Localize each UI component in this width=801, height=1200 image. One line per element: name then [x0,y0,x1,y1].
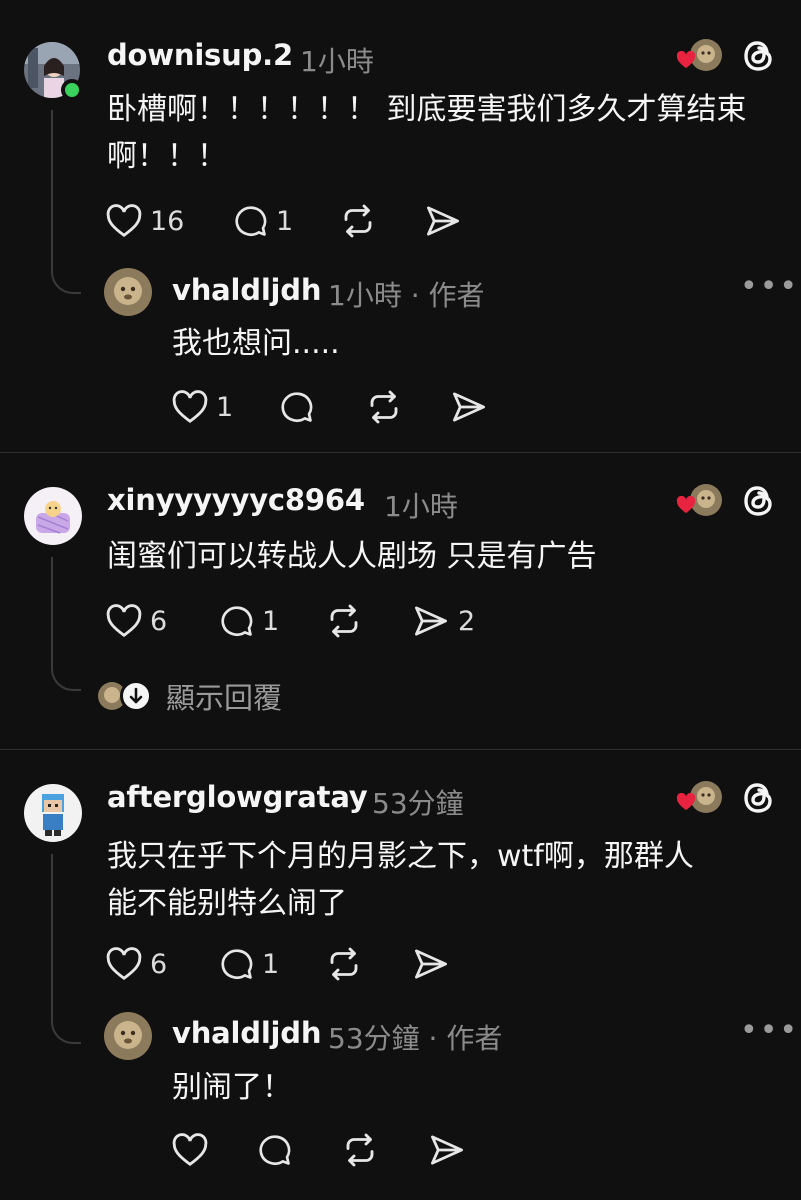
reply-meta: 53分鐘 · 作者 [328,1022,503,1055]
comment-bubble-icon [259,1135,291,1165]
reply-count: 1 [262,948,280,980]
share-button[interactable]: 2 [412,599,475,643]
threads-logo-icon[interactable] [742,483,776,519]
like-button[interactable]: 16 [106,199,184,243]
comment-corner-actions [676,38,776,74]
comment-timestamp: 1小時 [384,490,458,523]
thread-connector-line [51,110,53,270]
like-count: 16 [150,205,185,237]
comment-text: 卧槽啊！！！！！！ 到底要害我们多久才算结束 啊！！！ [107,92,747,174]
repost-button[interactable] [326,599,362,643]
send-paper-plane-icon [414,606,448,636]
heart-filled-icon [676,496,696,514]
avatar-xinyyyyyyc8964[interactable] [24,487,82,545]
repost-button[interactable] [340,199,376,243]
comment-corner-actions [676,780,776,816]
author-liked-indicator [676,39,722,73]
share-button[interactable] [412,942,450,986]
reply-username[interactable]: vhaldljdh [172,273,322,307]
comment-username[interactable]: afterglowgratay [107,780,368,814]
like-count: 6 [150,605,168,637]
reply-share-button[interactable] [428,1128,466,1172]
repost-arrows-icon [370,390,398,424]
comment-timestamp: 1小時 [300,45,374,78]
reply-share-button[interactable] [450,385,488,429]
reply-button[interactable]: 1 [234,199,293,243]
comment-text: 闺蜜们可以转战人人剧场 只是有广告 [107,539,597,574]
heart-filled-icon [676,793,696,811]
reply-count: 1 [276,205,294,237]
thread-connector-line [51,557,53,667]
avatar-vhaldljdh[interactable] [104,268,152,316]
comment-username[interactable]: downisup.2 [107,38,293,72]
comment-thread-3: afterglowgratay 53分鐘 我只在乎下个月的月影之下，wtf啊，那… [0,750,801,1200]
send-paper-plane-icon [414,949,448,979]
reply-repost-button[interactable] [342,1128,378,1172]
share-count: 2 [458,605,476,637]
heart-filled-icon [676,51,696,69]
heart-outline-icon [172,390,208,424]
thread-connector-hook [51,268,81,294]
reply-avatar-stack [98,680,152,712]
reply-like-button[interactable]: 1 [172,385,233,429]
arrow-down-icon [120,680,152,712]
avatar-afterglowgratay[interactable] [24,784,82,842]
comment-bubble-icon [235,206,267,236]
share-button[interactable] [424,199,462,243]
thread-connector-hook [51,665,81,691]
author-liked-indicator [676,484,722,518]
author-liked-indicator [676,781,722,815]
reply-text: 别闹了！ [172,1070,292,1105]
repost-arrows-icon [330,604,358,638]
like-button[interactable]: 6 [106,942,167,986]
comment-thread-2: xinyyyyyyc8964 1小時 闺蜜们可以转战人人剧场 只是有广告 6 1… [0,453,801,749]
repost-arrows-icon [346,1133,374,1167]
reply-reply-button[interactable] [280,385,314,429]
show-replies-label: 顯示回覆 [166,681,283,715]
send-paper-plane-icon [426,206,460,236]
heart-outline-icon [106,204,142,238]
reply-text: 我也想问..... [172,326,340,361]
reply-username[interactable]: vhaldljdh [172,1016,322,1050]
comment-thread-1: downisup.2 1小時 卧槽啊！！！！！！ 到底要害我们多久才算结束 啊！… [0,0,801,452]
more-options-icon[interactable]: ••• [740,272,799,302]
reply-reply-button[interactable] [258,1128,292,1172]
thread-connector-hook [51,1018,81,1044]
thread-connector-line [51,854,53,1020]
comment-bubble-icon [221,606,253,636]
comment-timestamp: 53分鐘 [372,787,464,820]
threads-logo-icon[interactable] [742,780,776,816]
reply-button[interactable]: 1 [220,942,279,986]
comment-username[interactable]: xinyyyyyyc8964 [107,483,365,517]
avatar-vhaldljdh[interactable] [104,1012,152,1060]
threads-logo-icon[interactable] [742,38,776,74]
reply-count: 1 [262,605,280,637]
send-paper-plane-icon [452,392,486,422]
comment-corner-actions [676,483,776,519]
reply-like-button[interactable] [172,1128,208,1172]
repost-button[interactable] [326,942,362,986]
comment-text: 我只在乎下个月的月影之下，wtf啊，那群人 能不能别特么闹了 [107,839,694,921]
like-count: 1 [216,391,234,423]
reply-repost-button[interactable] [366,385,402,429]
heart-outline-icon [106,947,142,981]
reply-button[interactable]: 1 [220,599,279,643]
heart-outline-icon [172,1133,208,1167]
comment-bubble-icon [221,949,253,979]
send-paper-plane-icon [430,1135,464,1165]
like-count: 6 [150,948,168,980]
repost-arrows-icon [330,947,358,981]
like-button[interactable]: 6 [106,599,167,643]
heart-outline-icon [106,604,142,638]
more-options-icon[interactable]: ••• [740,1016,799,1046]
online-status-dot [61,79,83,101]
comment-bubble-icon [281,392,313,422]
repost-arrows-icon [344,204,372,238]
show-replies-button[interactable]: 顯示回覆 [98,675,282,717]
reply-meta: 1小時 · 作者 [328,279,485,312]
